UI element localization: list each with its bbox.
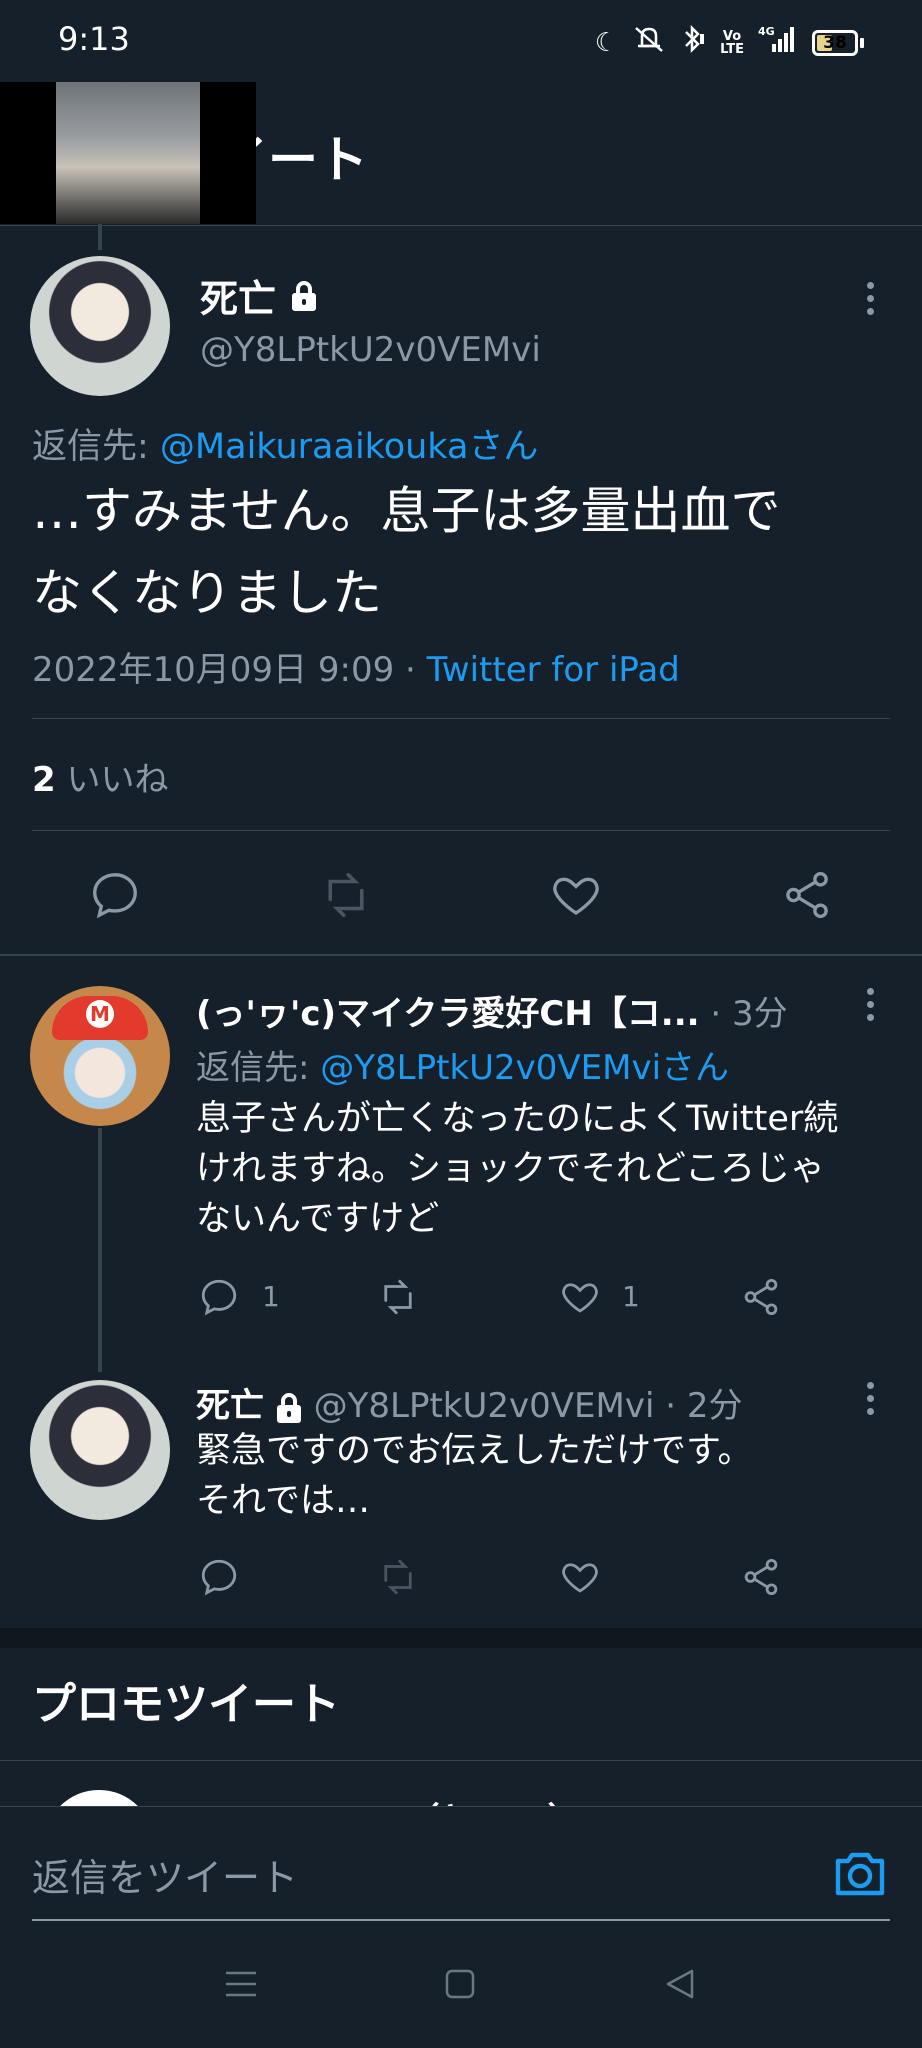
battery-icon: 38 <box>812 29 864 56</box>
avatar[interactable] <box>30 256 170 396</box>
avatar[interactable] <box>44 1790 154 1806</box>
home-icon[interactable] <box>444 1968 476 2000</box>
like-icon[interactable] <box>558 1276 602 1318</box>
lock-icon <box>275 1392 303 1423</box>
retweet-icon <box>328 872 364 918</box>
status-time: 9:13 <box>58 20 130 58</box>
likes-count[interactable]: 2 いいね <box>32 752 168 801</box>
reply-count: 1 <box>262 1280 280 1313</box>
divider <box>0 1760 922 1761</box>
avatar[interactable] <box>30 1380 170 1520</box>
divider <box>32 718 890 719</box>
author-handle[interactable]: @Y8LPtkU2v0VEMvi <box>200 330 541 370</box>
section-divider <box>0 1628 922 1648</box>
share-icon[interactable] <box>740 1276 782 1318</box>
promoted-tweet-peek[interactable]: Y-lo JAPAN（ヤフー） <box>0 1762 922 1806</box>
reply-icon[interactable] <box>198 1276 240 1318</box>
reply-icon[interactable] <box>198 1556 240 1598</box>
menu-icon[interactable] <box>224 1968 258 2000</box>
reply-to-line: 返信先: @Y8LPtkU2v0VEMviさん <box>196 1048 730 1088</box>
more-options-icon[interactable] <box>864 988 876 1021</box>
status-icons: ☾ Vo LTE 4G 38 <box>595 24 864 61</box>
reply-to-user-link[interactable]: @Maikuraaikoukaさん <box>160 427 538 467</box>
reply-to-line: 返信先: @Maikuraaikoukaさん <box>32 427 539 467</box>
like-icon[interactable] <box>558 1556 602 1598</box>
reply-text: 緊急ですのでお伝えしただけです。 それでは… <box>196 1431 753 1521</box>
reply-input[interactable]: 返信をツイート <box>32 1847 298 1902</box>
promoted-section-title: プロモツイート <box>32 1679 340 1730</box>
reply-header: (っ'ヮ'c)マイクラ愛好CH【コ... · 3分 <box>196 986 788 1035</box>
tweet-text: …すみません。息子は多量出血で なくなりました <box>32 482 781 622</box>
like-icon[interactable] <box>548 868 604 922</box>
camera-icon[interactable] <box>832 1847 888 1899</box>
reply-time: · 3分 <box>699 994 788 1034</box>
reply-icon[interactable] <box>88 868 142 922</box>
more-options-icon[interactable] <box>864 282 876 315</box>
share-icon[interactable] <box>740 1556 782 1598</box>
moon-icon: ☾ <box>594 27 619 58</box>
overlay-photo <box>0 82 256 224</box>
input-underline <box>32 1919 890 1921</box>
reply-handle-time: @Y8LPtkU2v0VEMvi · 2分 <box>302 1386 743 1426</box>
reply-header: 死亡 @Y8LPtkU2v0VEMvi · 2分 <box>196 1378 742 1427</box>
back-icon[interactable] <box>664 1968 696 2000</box>
retweet-icon <box>384 1559 412 1595</box>
signal-icon: 4G <box>758 24 798 61</box>
section-divider <box>0 954 922 956</box>
svg-text:4G: 4G <box>758 25 775 38</box>
reply-to-user-link[interactable]: @Y8LPtkU2v0VEMviさん <box>320 1048 729 1088</box>
author-name[interactable]: 死亡 <box>200 268 318 323</box>
status-bar: 9:13 ☾ Vo LTE 4G 38 <box>0 0 922 80</box>
more-options-icon[interactable] <box>864 1382 876 1415</box>
avatar[interactable]: M <box>30 986 170 1126</box>
bluetooth-icon <box>680 24 706 61</box>
share-icon[interactable] <box>780 868 834 922</box>
divider <box>32 830 890 831</box>
thread-connector <box>98 224 102 250</box>
like-count: 1 <box>622 1280 640 1313</box>
mute-bell-icon <box>632 24 666 61</box>
system-nav-bar <box>0 1928 922 2048</box>
author-name[interactable]: Y-lo JAPAN（ヤフー） <box>196 1792 584 1806</box>
thread-line <box>98 1128 102 1372</box>
author-name[interactable]: (っ'ヮ'c)マイクラ愛好CH【コ... <box>196 994 700 1034</box>
lock-icon <box>290 280 318 311</box>
source-link[interactable]: Twitter for iPad <box>427 650 680 690</box>
retweet-icon[interactable] <box>376 1276 420 1318</box>
reply-text: 息子さんが亡くなったのによくTwitter続 けれますね。ショックでそれどころじ… <box>196 1099 839 1239</box>
author-name[interactable]: 死亡 <box>196 1386 264 1426</box>
reply-composer: 返信をツイート <box>0 1806 922 1926</box>
volte-icon: Vo LTE <box>720 28 744 57</box>
tweet-timestamp: 2022年10月09日 9:09 · Twitter for iPad <box>32 650 680 690</box>
